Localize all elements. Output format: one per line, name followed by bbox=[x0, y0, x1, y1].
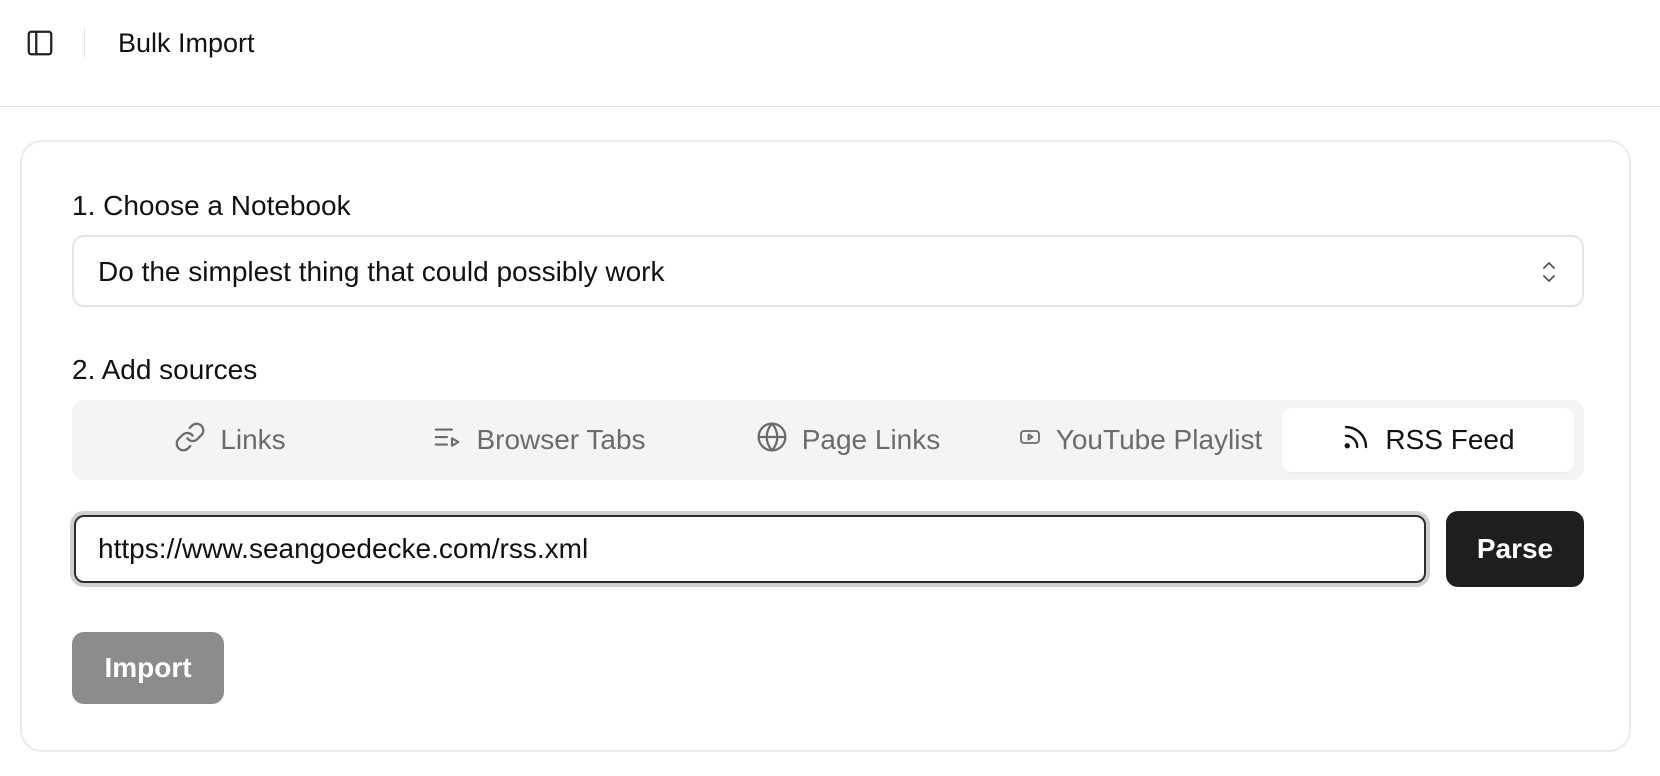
add-sources-label: 2. Add sources bbox=[72, 354, 258, 385]
rss-url-input[interactable] bbox=[74, 515, 1426, 583]
rss-icon bbox=[1341, 422, 1371, 459]
tab-links[interactable]: Links bbox=[80, 408, 380, 472]
import-card: 1. Choose a Notebook Do the simplest thi… bbox=[20, 140, 1631, 752]
list-play-icon bbox=[432, 422, 462, 459]
choose-notebook-label: 1. Choose a Notebook bbox=[72, 190, 351, 221]
tab-label: Links bbox=[220, 424, 286, 455]
youtube-icon bbox=[1018, 424, 1042, 456]
link-icon bbox=[174, 421, 206, 460]
tab-page-links[interactable]: Page Links bbox=[698, 408, 998, 472]
tab-label: Page Links bbox=[801, 424, 941, 455]
header-divider bbox=[84, 28, 85, 59]
tab-label: YouTube Playlist bbox=[1055, 424, 1263, 455]
tab-label: Browser Tabs bbox=[476, 424, 646, 455]
globe-icon bbox=[756, 421, 788, 460]
sidebar-toggle-icon[interactable] bbox=[24, 27, 56, 59]
tab-youtube-playlist[interactable]: YouTube Playlist bbox=[998, 408, 1282, 472]
page-title: Bulk Import bbox=[118, 28, 255, 58]
chevron-up-down-icon bbox=[1540, 259, 1558, 285]
top-header: Bulk Import bbox=[0, 0, 1660, 107]
rss-url-field-wrapper bbox=[70, 511, 1430, 587]
source-tabs: Links Browser Tabs Page Links YouTube Pl… bbox=[72, 400, 1584, 480]
tab-browser-tabs[interactable]: Browser Tabs bbox=[380, 408, 698, 472]
tab-label: RSS Feed bbox=[1385, 424, 1515, 455]
notebook-selected-value: Do the simplest thing that could possibl… bbox=[98, 256, 665, 287]
parse-button[interactable]: Parse bbox=[1446, 511, 1584, 587]
notebook-select[interactable]: Do the simplest thing that could possibl… bbox=[72, 235, 1584, 307]
tab-rss-feed[interactable]: RSS Feed bbox=[1282, 408, 1574, 472]
import-button[interactable]: Import bbox=[72, 632, 224, 704]
